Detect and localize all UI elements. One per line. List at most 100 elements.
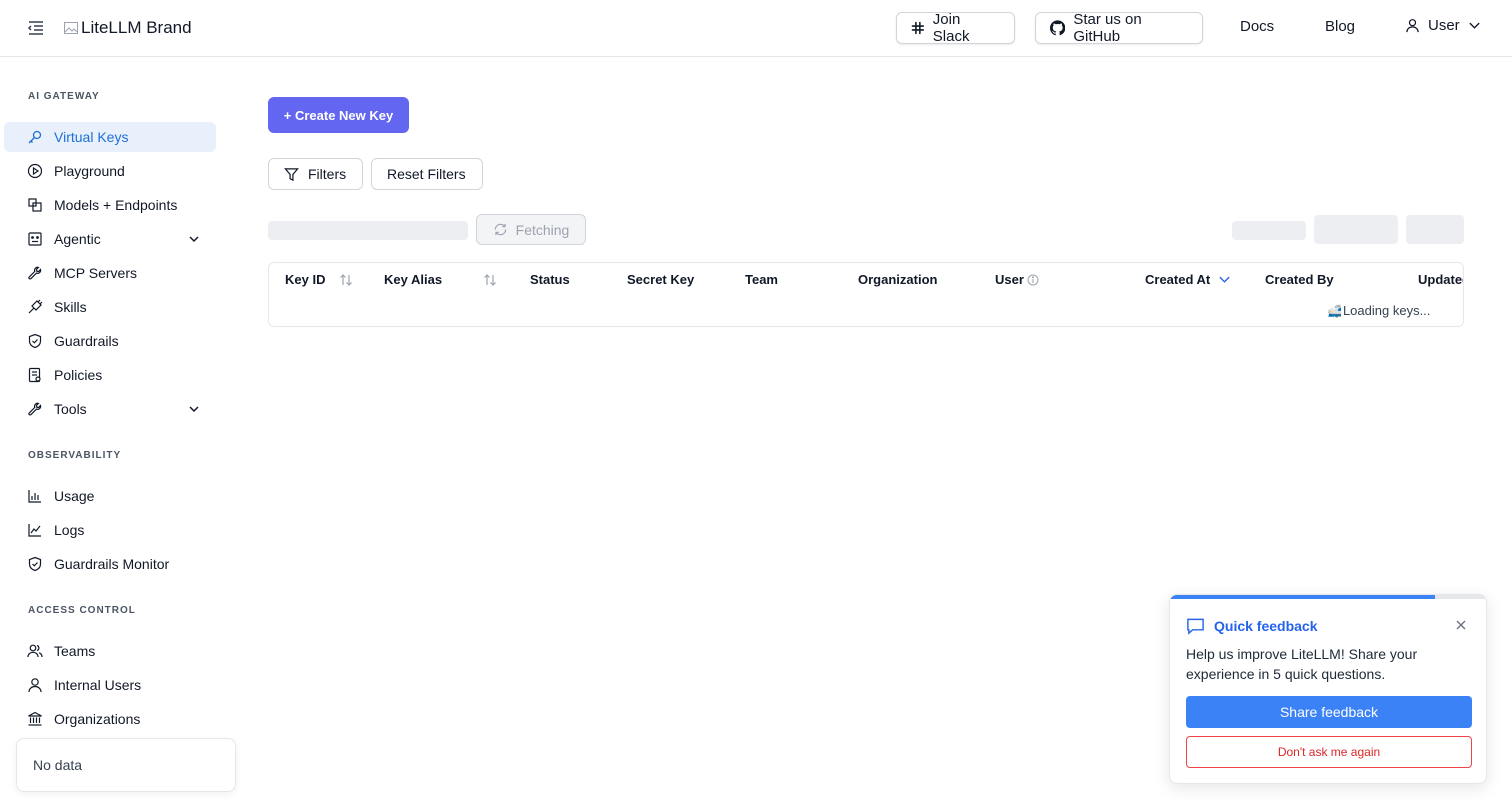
sidebar-item-models-endpoints[interactable]: Models + Endpoints: [4, 190, 216, 220]
sort-icon[interactable]: [483, 273, 497, 287]
section-title-access-control: ACCESS CONTROL: [28, 605, 136, 616]
feedback-message: Help us improve LiteLLM! Share your expe…: [1186, 646, 1418, 682]
column-header-label: User: [995, 272, 1024, 287]
column-header-label: Created At: [1145, 272, 1211, 287]
sidebar-item-skills[interactable]: Skills: [4, 292, 216, 322]
shield-icon: [28, 556, 42, 572]
sidebar-item-label: Virtual Keys: [54, 129, 129, 145]
sidebar-item-label: Skills: [54, 299, 87, 315]
sidebar-item-tools[interactable]: Tools: [4, 394, 216, 424]
team-icon: [27, 644, 43, 658]
bank-icon: [28, 711, 42, 726]
column-header-label: Updated: [1418, 272, 1463, 287]
sidebar-item-organizations[interactable]: Organizations: [4, 704, 216, 734]
column-header-secret-key: Secret Key: [627, 272, 694, 287]
fetching-button: Fetching: [476, 214, 586, 245]
shield-icon: [28, 333, 42, 349]
line-chart-icon: [28, 524, 41, 537]
pagination-skeleton: [1232, 221, 1306, 240]
user-icon: [28, 678, 42, 693]
filter-icon: [284, 167, 299, 181]
column-header-team: Team: [745, 272, 778, 287]
collapse-sidebar-icon[interactable]: [26, 18, 46, 38]
column-header-label: Organization: [858, 272, 938, 287]
filters-button[interactable]: Filters: [268, 158, 363, 190]
sidebar-item-guardrails-monitor[interactable]: Guardrails Monitor: [4, 549, 216, 579]
feedback-progress-track: [1170, 595, 1486, 599]
chevron-down-icon[interactable]: [187, 402, 201, 416]
chevron-down-icon: [1469, 22, 1480, 29]
column-header-label: Status: [530, 272, 570, 287]
info-icon[interactable]: [1027, 274, 1039, 286]
sidebar-item-guardrails[interactable]: Guardrails: [4, 326, 216, 356]
column-header-label: Key Alias: [384, 272, 443, 287]
page-control-skeleton: [1406, 215, 1464, 244]
section-title-observability: OBSERVABILITY: [28, 450, 122, 461]
github-star-button[interactable]: Star us on GitHub: [1035, 11, 1203, 45]
user-icon: [1406, 19, 1419, 33]
wrench-icon: [28, 266, 42, 280]
sort-desc-icon[interactable]: [1218, 273, 1231, 286]
sidebar-item-label: Guardrails: [54, 333, 119, 349]
refresh-icon: [494, 223, 506, 236]
column-header-label: Team: [745, 272, 778, 287]
quick-feedback-popup: Quick feedback Help us improve LiteLLM! …: [1169, 594, 1487, 784]
create-new-key-button[interactable]: + Create New Key: [268, 97, 409, 133]
feedback-title-text: Quick feedback: [1214, 618, 1318, 634]
sidebar-item-label: Teams: [54, 643, 96, 659]
filters-label: Filters: [308, 166, 347, 182]
sidebar-item-label: Logs: [54, 522, 85, 538]
brand-logo[interactable]: LiteLLM Brand: [63, 16, 192, 40]
join-slack-button[interactable]: Join Slack: [896, 11, 1015, 45]
sidebar-item-agentic[interactable]: Agentic: [4, 224, 216, 254]
chat-bubble-icon: [1187, 618, 1204, 635]
sidebar-item-label: Policies: [54, 367, 103, 383]
no-data-text: No data: [33, 757, 83, 773]
reset-filters-button[interactable]: Reset Filters: [371, 158, 483, 190]
sidebar-item-label: MCP Servers: [54, 265, 137, 281]
column-header-key-alias[interactable]: Key Alias: [384, 272, 497, 287]
broken-image-icon: [64, 22, 78, 34]
keys-table: Key ID Key Alias Status Secret Key Team …: [268, 262, 1464, 327]
car-icon: 🚅: [1327, 303, 1342, 318]
slack-icon: [911, 21, 925, 35]
sidebar-item-usage[interactable]: Usage: [4, 481, 216, 511]
feedback-progress-fill: [1170, 595, 1436, 599]
sidebar-item-logs[interactable]: Logs: [4, 515, 216, 545]
chevron-down-icon[interactable]: [187, 232, 201, 246]
loading-indicator: 🚅 Loading keys...: [1327, 303, 1430, 318]
sidebar-item-policies[interactable]: Policies: [4, 360, 216, 390]
sidebar-item-label: Agentic: [54, 231, 101, 247]
section-title-ai-gateway: AI GATEWAY: [28, 91, 100, 102]
reset-filters-label: Reset Filters: [387, 166, 466, 182]
sidebar-item-label: Guardrails Monitor: [54, 556, 170, 572]
blog-link[interactable]: Blog: [1325, 18, 1355, 35]
sidebar-item-internal-users[interactable]: Internal Users: [4, 670, 216, 700]
column-header-organization: Organization: [858, 272, 937, 287]
column-header-status: Status: [530, 272, 570, 287]
user-menu[interactable]: User: [1405, 17, 1481, 34]
column-header-key-id[interactable]: Key ID: [285, 272, 353, 287]
top-header: LiteLLM Brand Join Slack Star us on GitH…: [0, 0, 1512, 57]
column-header-user: User: [995, 272, 1039, 287]
play-circle-icon: [27, 163, 43, 179]
key-icon: [28, 130, 42, 144]
no-data-popover: No data: [16, 738, 236, 792]
share-feedback-button[interactable]: Share feedback: [1186, 696, 1472, 728]
docs-link[interactable]: Docs: [1240, 18, 1274, 35]
sort-icon[interactable]: [339, 273, 353, 287]
sidebar-item-label: Models + Endpoints: [54, 197, 178, 213]
page-control-skeleton: [1314, 215, 1398, 244]
sidebar-item-label: Organizations: [54, 711, 141, 727]
github-icon: [1050, 20, 1066, 36]
sidebar-item-teams[interactable]: Teams: [4, 636, 216, 666]
sidebar-item-virtual-keys[interactable]: Virtual Keys: [4, 122, 216, 152]
close-icon[interactable]: [1454, 618, 1468, 632]
dont-ask-again-button[interactable]: Don't ask me again: [1186, 736, 1472, 768]
brand-alt-text: LiteLLM Brand: [81, 18, 192, 37]
sidebar-item-playground[interactable]: Playground: [4, 156, 216, 186]
user-menu-label: User: [1428, 17, 1460, 34]
column-header-created-at[interactable]: Created At: [1145, 272, 1231, 287]
robot-icon: [28, 232, 42, 246]
sidebar-item-mcp-servers[interactable]: MCP Servers: [4, 258, 216, 288]
